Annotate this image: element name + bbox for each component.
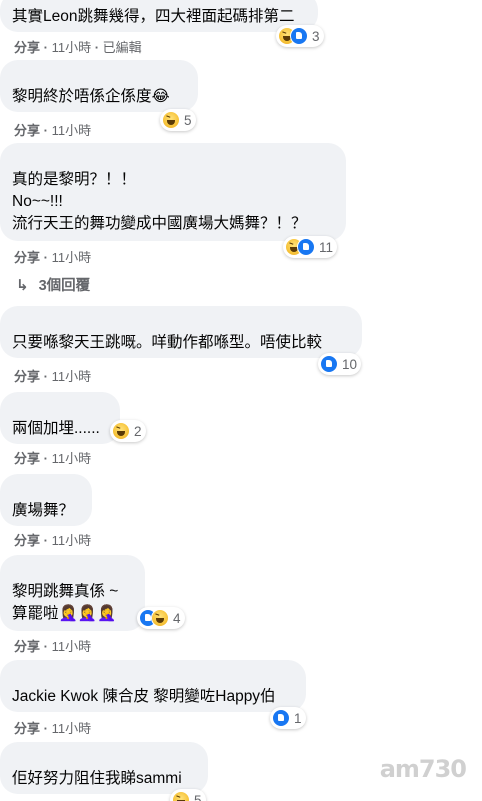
edited-label: 已編輯 [102,40,142,55]
haha-icon [112,422,130,440]
like-icon [320,355,338,373]
comment-actions: 分享 · 11小時 [14,369,92,384]
comment-actions: 分享 · 11小時 [14,451,92,466]
reaction-summary[interactable]: 11 [283,236,338,258]
reaction-summary[interactable]: 1 [270,707,306,729]
comment-bubble: 兩個加埋...... [0,392,120,444]
share-link[interactable]: 分享 [14,123,40,138]
comment-text: No~~!!! [12,193,63,210]
comment-actions: 分享 · 11小時 [14,533,92,548]
reaction-summary[interactable]: 4 [137,607,185,629]
reaction-count: 11 [319,239,334,255]
comment-text: 廣場舞？ [12,502,75,519]
comment-actions: 分享 · 11小時 [14,639,92,654]
reaction-count: 3 [312,28,320,44]
comment-bubble: 黎明跳舞真係 ~ 算罷啦🤦‍♀️🤦‍♀️🤦‍♀️ [0,555,145,631]
share-link[interactable]: 分享 [14,533,40,548]
comment-bubble: 其實Leon跳舞幾得，四大裡面起碼排第二 [0,0,318,32]
comment-text: Jackie Kwok 陳合皮 黎明變咗Happy伯 [12,688,276,705]
comment-author [12,563,133,577]
reaction-count: 4 [173,610,181,626]
comment-text: 兩個加埋...... [12,420,100,437]
comment-bubble: 只要喺黎天王跳嘅。咩動作都喺型。唔使比較 [0,306,362,358]
reaction-summary[interactable]: 10 [318,353,362,375]
comment-text: 佢好努力阻住我睇sammi [12,770,182,787]
comment-bubble: 廣場舞？ [0,474,92,526]
comment-author [12,314,350,328]
reaction-summary[interactable]: 5 [170,789,206,801]
share-link[interactable]: 分享 [14,250,40,265]
comment-actions: 分享 · 11小時 [14,250,92,265]
timestamp[interactable]: 11小時 [52,250,92,265]
like-icon [290,27,308,45]
comment-text: 黎明跳舞真係 ~ [12,583,119,600]
comment-actions: 分享 · 11小時 [14,721,92,736]
comment-author [12,151,334,165]
comment-actions: 分享 · 11小時 · 已編輯 [14,40,142,55]
timestamp[interactable]: 11小時 [52,40,92,55]
reaction-count: 2 [134,423,142,439]
timestamp[interactable]: 11小時 [52,123,92,138]
comment-author [12,400,108,414]
comment-text: 真的是黎明？！！ [12,171,137,188]
reaction-count: 5 [194,792,202,801]
share-link[interactable]: 分享 [14,451,40,466]
share-link[interactable]: 分享 [14,369,40,384]
comment-author [12,750,196,764]
comment-bubble: 佢好努力阻住我睇sammi [0,742,208,794]
haha-icon [162,111,180,129]
reaction-summary[interactable]: 2 [110,420,146,442]
comment-text: 流行天王的舞功變成中國廣場大媽舞？！？ [12,215,307,232]
haha-icon [172,791,190,801]
timestamp[interactable]: 11小時 [52,369,92,384]
haha-icon [151,609,169,627]
comment-author [12,668,294,682]
reply-arrow-icon: ↳ [16,276,29,294]
comment-actions: 分享 · 11小時 [14,123,92,138]
replies-count: 3個回覆 [38,278,91,294]
comment-text: 其實Leon跳舞幾得，四大裡面起碼排第二 [12,8,295,25]
timestamp[interactable]: 11小時 [52,639,92,654]
share-link[interactable]: 分享 [14,721,40,736]
comment-author [12,68,186,82]
share-link[interactable]: 分享 [14,40,40,55]
reaction-count: 5 [184,112,192,128]
comment-bubble: Jackie Kwok 陳合皮 黎明變咗Happy伯 [0,660,306,712]
comment-author [12,482,80,496]
comment-text: 算罷啦🤦‍♀️🤦‍♀️🤦‍♀️ [12,605,117,622]
timestamp[interactable]: 11小時 [52,451,92,466]
timestamp[interactable]: 11小時 [52,533,92,548]
like-icon [297,238,315,256]
timestamp[interactable]: 11小時 [52,721,92,736]
reaction-count: 1 [294,710,302,726]
comment-bubble: 真的是黎明？！！ No~~!!! 流行天王的舞功變成中國廣場大媽舞？！？ [0,143,346,241]
like-icon [272,709,290,727]
reaction-summary[interactable]: 3 [276,25,324,47]
comment-text: 黎明終於唔係企係度😂 [12,88,170,105]
reaction-count: 10 [342,356,358,372]
am730-watermark-logo: am730 [379,755,467,783]
share-link[interactable]: 分享 [14,639,40,654]
reaction-summary[interactable]: 5 [160,109,196,131]
view-replies-link[interactable]: ↳ 3個回覆 [16,274,90,295]
comment-bubble: 黎明終於唔係企係度😂 [0,60,198,112]
comment-text: 只要喺黎天王跳嘅。咩動作都喺型。唔使比較 [12,334,323,351]
